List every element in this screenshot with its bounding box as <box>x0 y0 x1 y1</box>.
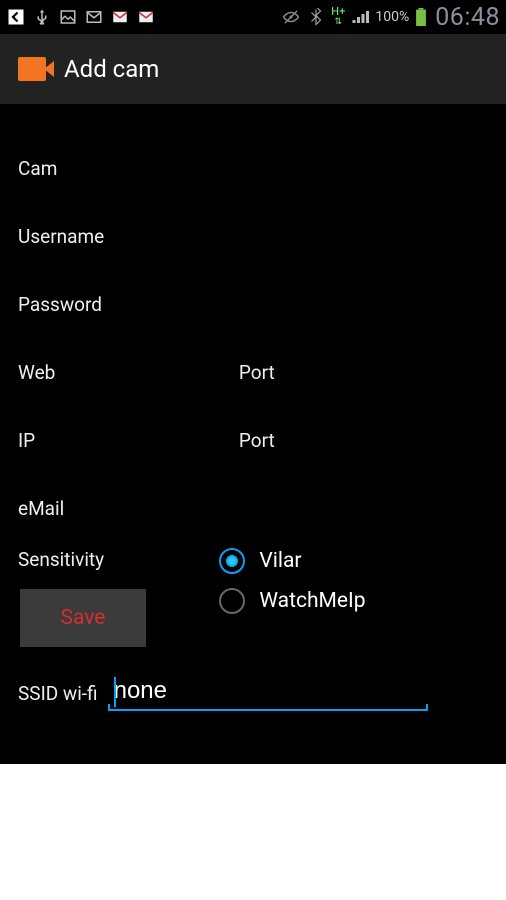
text-cursor <box>114 677 116 707</box>
ssid-text-input[interactable] <box>108 675 428 709</box>
usb-icon <box>32 7 52 27</box>
password-label: Password <box>18 293 102 316</box>
battery-percent: 100% <box>375 9 409 25</box>
eye-off-icon <box>281 7 301 27</box>
radio-vilar[interactable]: Vilar <box>219 548 488 574</box>
web-field[interactable]: Web <box>18 361 239 384</box>
image-icon <box>58 7 78 27</box>
network-type-icon: H+ ⇅ <box>331 7 345 27</box>
password-field[interactable]: Password <box>18 270 488 338</box>
email-label: eMail <box>18 497 64 520</box>
web-port-field[interactable]: Port <box>239 361 488 384</box>
radio-selected-icon <box>219 548 245 574</box>
username-label: Username <box>18 225 104 248</box>
ip-port-label: Port <box>239 429 275 452</box>
battery-icon <box>414 7 428 27</box>
save-button[interactable]: Save <box>20 589 146 647</box>
cam-field[interactable]: Cam <box>18 134 488 202</box>
sensitivity-radio-group: Vilar WatchMeIp <box>215 548 488 614</box>
ip-port-field[interactable]: Port <box>239 429 488 452</box>
web-label: Web <box>18 361 55 384</box>
status-bar: H+ ⇅ 100% 06:48 <box>0 0 506 34</box>
input-underline <box>108 709 428 711</box>
page-title: Add cam <box>64 55 159 83</box>
ip-label: IP <box>18 429 35 452</box>
sensitivity-label: Sensitivity <box>18 548 104 571</box>
mail-icon <box>84 7 104 27</box>
radio-watchmeip-label: WatchMeIp <box>259 589 365 613</box>
ssid-label: SSID wi-fi <box>18 682 98 705</box>
radio-watchmeip[interactable]: WatchMeIp <box>219 588 488 614</box>
title-bar: Add cam <box>0 34 506 104</box>
username-field[interactable]: Username <box>18 202 488 270</box>
add-cam-form: Cam Username Password Web Port IP Port e… <box>0 104 506 764</box>
signal-icon <box>350 7 370 27</box>
radio-vilar-label: Vilar <box>259 549 301 573</box>
cam-label: Cam <box>18 157 57 180</box>
gmail-icon-2 <box>136 7 156 27</box>
web-port-label: Port <box>239 361 275 384</box>
email-field[interactable]: eMail <box>18 474 488 542</box>
camera-icon <box>18 57 52 81</box>
gmail-icon <box>110 7 130 27</box>
bluetooth-icon <box>306 7 326 27</box>
radio-unselected-icon <box>219 588 245 614</box>
bottom-area <box>0 764 506 900</box>
back-arrow-icon <box>6 7 26 27</box>
ssid-input[interactable] <box>108 675 428 711</box>
ip-field[interactable]: IP <box>18 429 239 452</box>
clock-text: 06:48 <box>435 3 500 32</box>
